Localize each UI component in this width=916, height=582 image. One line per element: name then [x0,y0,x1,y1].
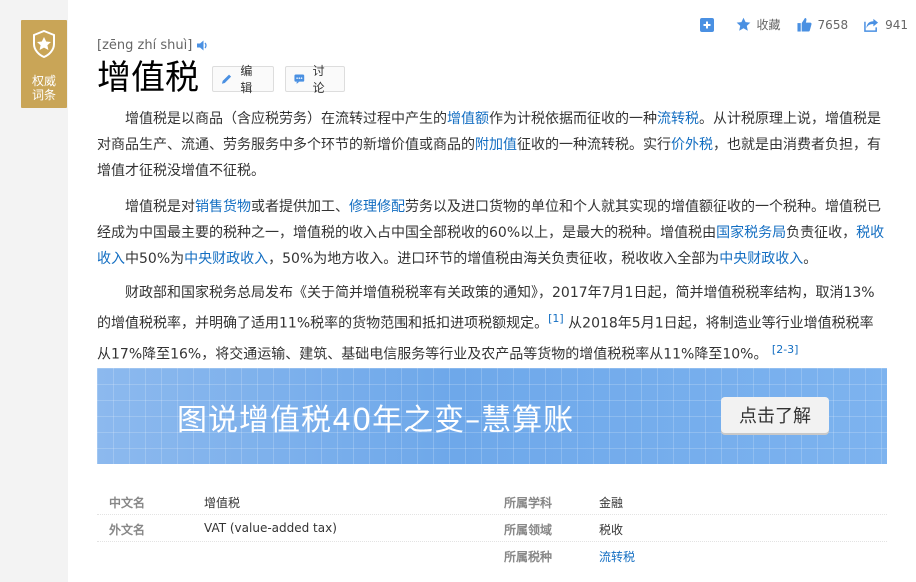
share-icon [864,18,879,32]
reference-1[interactable]: [1] [548,312,564,325]
text: 作为计税依据而征收的一种 [489,111,657,127]
infobox-row: 外文名 VAT (value-added tax) 所属领域 税收 [97,515,887,542]
add-button[interactable] [699,17,720,32]
text: 征收的一种流转税。实行 [517,137,671,153]
infobox-link-liuzhuanshui[interactable]: 流转税 [599,548,635,565]
star-icon [736,17,750,31]
infobox: 中文名 增值税 所属学科 金融 外文名 VAT (value-added tax… [97,488,887,568]
link-zhongyangcaizheng[interactable]: 中央财政收入 [184,251,268,267]
thumbs-up-icon [797,17,812,32]
plus-square-icon [699,17,714,32]
medal-star-icon [33,30,55,58]
pinyin: [zēng zhí shuì] [97,38,209,53]
badge-label-line1: 权威 [31,74,56,88]
infobox-key: 外文名 [109,523,146,537]
link-zhongyangcaizheng-2[interactable]: 中央财政收入 [719,251,803,267]
paragraph-2: 增值税是对销售货物或者提供加工、修理修配劳务以及进口货物的单位和个人就其实现的增… [97,194,885,272]
entry-toolbar: 收藏 7658 941 [684,16,908,33]
link-zengzhie[interactable]: 增值额 [447,111,489,127]
promo-banner[interactable]: 图说增值税40年之变–慧算账 点击了解 [97,368,887,464]
text: 。 [803,251,818,267]
collect-label: 收藏 [756,18,781,32]
link-xiaoshouhuowu[interactable]: 销售货物 [195,199,251,215]
banner-learn-more-button[interactable]: 点击了解 [721,397,829,433]
infobox-row: 所属税种 流转税 [97,542,887,568]
link-fujiazhi[interactable]: 附加值 [475,137,517,153]
comment-icon [294,74,305,84]
discuss-button[interactable]: 讨论 [285,64,345,95]
pencil-icon [221,74,232,84]
link-liuzhuanshui[interactable]: 流转税 [657,111,699,127]
link-guojiashuiwuju[interactable]: 国家税务局 [716,225,786,241]
share-button[interactable]: 941 [864,17,908,32]
infobox-value: VAT (value-added tax) [204,521,337,535]
text: 增值税是以商品（含应税劳务）在流转过程中产生的 [125,111,447,127]
text: 中50%为 [125,251,185,267]
infobox-key: 中文名 [109,496,146,510]
edit-button[interactable]: 编辑 [212,64,274,95]
text: ，50%为地方收入。进口环节的增值税由海关负责征收，税收收入全部为 [268,251,720,267]
paragraph-3: 财政部和国家税务总局发布《关于简并增值税税率有关政策的通知》，2017年7月1日… [97,280,885,367]
text: 或者提供加工、 [251,199,349,215]
reference-2-3[interactable]: [2-3] [772,343,799,356]
infobox-key: 所属领域 [504,523,553,537]
text: 负责征收， [786,225,857,241]
text: 增值税是对 [125,199,195,215]
link-xiulixiupei[interactable]: 修理修配 [349,199,405,215]
like-count: 7658 [817,17,849,32]
infobox-value: 增值税 [204,496,241,510]
badge-label-line2: 词条 [31,88,56,102]
pinyin-text: [zēng zhí shuì] [97,38,193,53]
speaker-icon[interactable] [197,40,209,51]
paragraph-1: 增值税是以商品（含应税劳务）在流转过程中产生的增值额作为计税依据而征收的一种流转… [97,106,885,184]
edit-label: 编辑 [240,64,253,95]
infobox-row: 中文名 增值税 所属学科 金融 [97,488,887,515]
collect-button[interactable]: 收藏 [736,16,781,33]
infobox-key: 所属税种 [504,550,553,564]
share-count: 941 [885,17,908,32]
banner-text: 图说增值税40年之变–慧算账 [177,403,575,438]
authority-badge[interactable]: 权威 词条 [21,20,67,108]
infobox-key: 所属学科 [504,496,553,510]
like-button[interactable]: 7658 [797,17,849,32]
infobox-value: 金融 [599,496,624,510]
entry-title: 增值税 [97,58,199,98]
link-jiawaishui[interactable]: 价外税 [671,137,713,153]
infobox-value: 税收 [599,523,624,537]
discuss-label: 讨论 [312,64,325,95]
